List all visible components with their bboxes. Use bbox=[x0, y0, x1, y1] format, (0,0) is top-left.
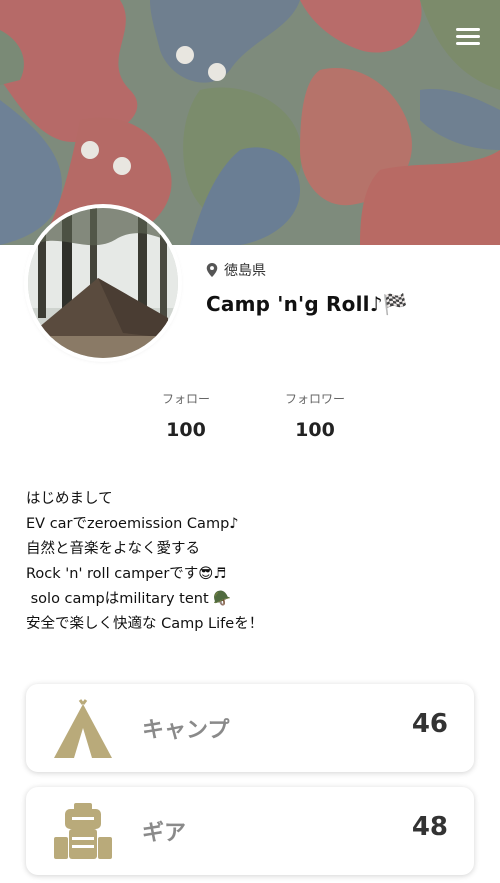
follow-count: 100 bbox=[166, 419, 206, 441]
follower-label: フォロワー bbox=[284, 392, 345, 406]
bio-line: 自然と音楽をよなく愛する bbox=[26, 541, 200, 557]
camp-card-count: 46 bbox=[411, 709, 448, 739]
location-text: 徳島県 bbox=[224, 263, 266, 279]
bio: はじめまして EV carでzeroemission Camp♪ 自然と音楽をよ… bbox=[26, 487, 476, 637]
gear-card-count: 48 bbox=[411, 812, 448, 842]
cover-image bbox=[0, 0, 500, 245]
follower-stat[interactable]: フォロワー 100 bbox=[270, 390, 360, 441]
location: 徳島県 bbox=[206, 260, 266, 280]
follow-label: フォロー bbox=[161, 392, 210, 406]
teepee-tent-icon bbox=[54, 699, 112, 758]
bio-line: 安全で楽しく快適な Camp Lifeを！ bbox=[26, 616, 264, 632]
bio-line: EV carでzeroemission Camp♪ bbox=[26, 516, 239, 532]
bio-line: Rock 'n' roll camperです😎♬ bbox=[26, 566, 227, 582]
gear-card-title: ギア bbox=[142, 821, 187, 846]
follower-count: 100 bbox=[295, 419, 335, 441]
menu-button[interactable] bbox=[456, 26, 482, 46]
map-pin-icon bbox=[206, 263, 218, 277]
camp-card[interactable]: キャンプ 46 bbox=[26, 684, 474, 772]
bio-line: はじめまして bbox=[26, 491, 113, 507]
follow-stat[interactable]: フォロー 100 bbox=[146, 390, 226, 441]
bio-line: solo campはmilitary tent 🪖 bbox=[26, 591, 232, 607]
gear-card[interactable]: ギア 48 bbox=[26, 787, 474, 875]
profile-name: Camp 'n'g Roll♪🏁 bbox=[206, 292, 408, 316]
hamburger-menu-icon bbox=[456, 28, 480, 31]
backpack-gear-icon bbox=[54, 803, 112, 859]
avatar[interactable] bbox=[28, 208, 178, 358]
camp-card-title: キャンプ bbox=[142, 718, 230, 743]
